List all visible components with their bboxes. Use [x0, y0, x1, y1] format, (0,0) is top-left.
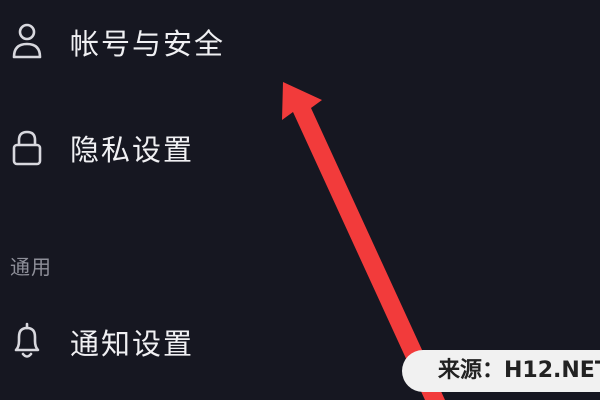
menu-item-label: 隐私设置 — [70, 133, 195, 167]
menu-item-label: 通知设置 — [70, 327, 195, 361]
menu-item-privacy-settings[interactable]: 隐私设置 — [0, 104, 600, 194]
section-header-general: 通用 — [10, 255, 52, 279]
user-icon — [12, 23, 42, 59]
bell-icon — [14, 322, 40, 358]
menu-item-account-security[interactable]: 帐号与安全 — [0, 0, 600, 90]
lock-icon — [12, 130, 42, 166]
source-watermark: 来源：H12.NET — [402, 350, 600, 392]
menu-item-label: 帐号与安全 — [70, 27, 226, 61]
